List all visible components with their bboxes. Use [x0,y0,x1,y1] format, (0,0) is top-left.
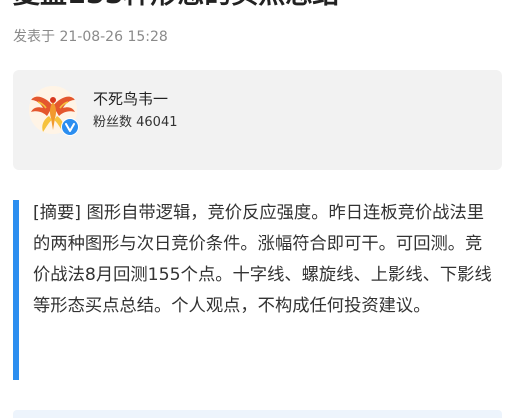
author-name[interactable]: 不死鸟韦一 [93,89,168,109]
summary-accent-bar [13,200,19,380]
next-section-strip [13,410,502,418]
summary-text: [摘要] 图形自带逻辑，竞价反应强度。昨日连板竞价战法里的两种图形与次日竞价条件… [33,203,492,316]
verified-v-icon [61,118,79,136]
article-title: 复盘155种形态的买点总结 [13,0,339,12]
fans-count: 粉丝数 46041 [93,115,178,130]
article-summary: [摘要] 图形自带逻辑，竞价反应强度。昨日连板竞价战法里的两种图形与次日竞价条件… [13,200,502,380]
publish-time: 发表于 21-08-26 15:28 [13,29,168,45]
author-card[interactable]: 不死鸟韦一 粉丝数 46041 [13,70,502,170]
article-page: 复盘155种形态的买点总结 发表于 21-08-26 15:28 [0,0,514,418]
